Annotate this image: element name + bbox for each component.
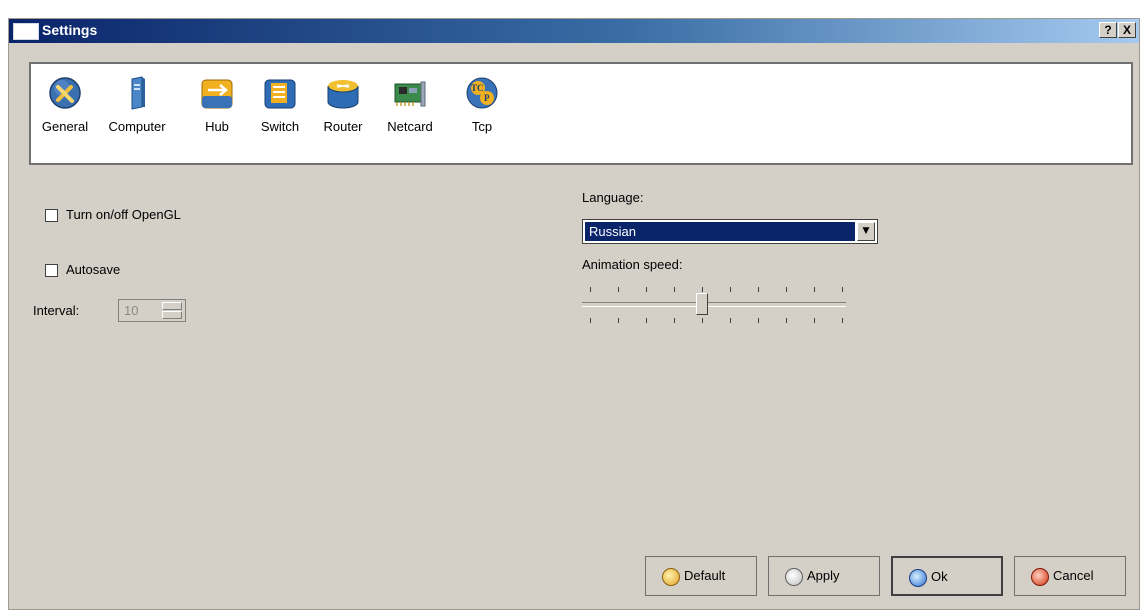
hub-icon: [201, 79, 233, 109]
category-switch[interactable]: Switch: [249, 76, 311, 134]
slider-tick: [646, 287, 647, 292]
slider-tick: [814, 287, 815, 292]
apply-label: Apply: [807, 568, 840, 583]
slider-tick: [618, 318, 619, 323]
svg-text:TC: TC: [471, 83, 484, 93]
autosave-label: Autosave: [66, 262, 121, 277]
ok-label: Ok: [931, 569, 948, 584]
cancel-icon: [1031, 568, 1049, 586]
tools-icon: [49, 77, 81, 109]
category-label: Switch: [260, 119, 300, 134]
help-button[interactable]: ?: [1099, 22, 1117, 38]
animation-speed-slider[interactable]: [582, 280, 850, 330]
interval-value[interactable]: 10: [124, 303, 138, 318]
category-bar: General Computer Hub Switch Router Netca…: [29, 62, 1133, 165]
category-tcp[interactable]: TC P Tcp: [459, 76, 505, 134]
slider-tick: [674, 287, 675, 292]
interval-label: Interval:: [33, 303, 80, 318]
title-bar[interactable]: Settings ? X: [9, 19, 1139, 43]
slider-tick: [646, 318, 647, 323]
opengl-checkbox[interactable]: [45, 209, 58, 222]
slider-tick: [814, 318, 815, 323]
category-router[interactable]: Router: [313, 76, 373, 134]
slider-tick: [842, 287, 843, 292]
slider-tick: [786, 287, 787, 292]
spin-up-button[interactable]: [162, 302, 182, 310]
default-button[interactable]: Default: [645, 556, 757, 596]
slider-tick: [674, 318, 675, 323]
tcp-icon: TC P: [466, 77, 498, 109]
spin-buttons: [162, 302, 182, 319]
ok-button[interactable]: Ok: [891, 556, 1003, 596]
spin-down-button[interactable]: [162, 311, 182, 319]
checkmark-icon: [909, 569, 927, 587]
interval-spinbox[interactable]: 10: [118, 299, 186, 322]
slider-tick: [702, 318, 703, 323]
slider-thumb[interactable]: [696, 293, 708, 315]
slider-tick: [702, 287, 703, 292]
slider-tick: [758, 287, 759, 292]
category-computer[interactable]: Computer: [99, 76, 175, 134]
netcard-icon: [394, 81, 426, 107]
category-label: Computer: [108, 119, 166, 134]
slider-tick: [758, 318, 759, 323]
switch-icon: [264, 79, 296, 109]
category-netcard[interactable]: Netcard: [375, 76, 445, 134]
opengl-label: Turn on/off OpenGL: [66, 207, 181, 222]
language-combobox[interactable]: Russian ▼: [582, 219, 878, 244]
slider-tick: [590, 318, 591, 323]
category-label: General: [41, 119, 89, 134]
slider-tick: [730, 287, 731, 292]
category-label: Router: [323, 119, 363, 134]
cancel-button[interactable]: Cancel: [1014, 556, 1126, 596]
slider-tick: [590, 287, 591, 292]
category-label: Tcp: [471, 119, 493, 134]
svg-text:P: P: [484, 93, 490, 103]
window-icon: [13, 23, 39, 40]
category-label: Netcard: [387, 119, 433, 134]
default-icon: [662, 568, 680, 586]
apply-button[interactable]: Apply: [768, 556, 880, 596]
window-title: Settings: [42, 22, 98, 38]
category-label: Hub: [205, 119, 229, 134]
slider-track[interactable]: [582, 302, 846, 307]
slider-tick: [730, 318, 731, 323]
language-selected[interactable]: Russian: [585, 222, 855, 241]
slider-tick: [842, 318, 843, 323]
chevron-down-icon[interactable]: ▼: [857, 222, 875, 241]
category-general[interactable]: General: [35, 76, 95, 134]
apply-icon: [785, 568, 803, 586]
router-icon: [327, 80, 359, 109]
close-button[interactable]: X: [1118, 22, 1136, 38]
language-label: Language:: [582, 190, 644, 205]
slider-tick: [786, 318, 787, 323]
category-hub[interactable]: Hub: [187, 76, 247, 134]
autosave-checkbox[interactable]: [45, 264, 58, 277]
default-label: Default: [684, 568, 726, 583]
computer-tower-icon: [131, 76, 145, 110]
slider-tick: [618, 287, 619, 292]
animation-speed-label: Animation speed:: [582, 257, 683, 272]
cancel-label: Cancel: [1053, 568, 1094, 583]
